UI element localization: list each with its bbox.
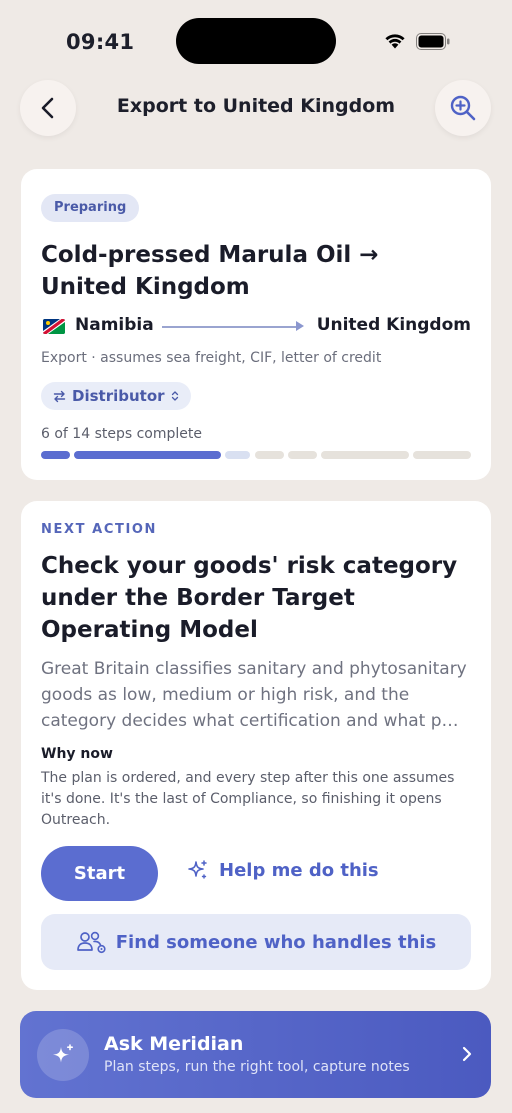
progress-bar (41, 451, 471, 459)
status-bar: 09:41 (0, 0, 512, 80)
progress-segment (41, 451, 70, 459)
route-title: Cold-pressed Marula Oil → United Kingdom (41, 242, 379, 300)
route-line: Namibia United Kingdom (41, 315, 471, 337)
why-now-text: The plan is ordered, and every step afte… (41, 770, 455, 828)
progress-segment (74, 451, 221, 459)
find-someone-button[interactable]: Find someone who handles this (41, 914, 471, 970)
help-me-label: Help me do this (219, 859, 379, 881)
status-badge: Preparing (41, 194, 140, 222)
progress-text: 6 of 14 steps complete (41, 426, 202, 442)
progress-segment (288, 451, 317, 459)
ask-title: Ask Meridian (104, 1033, 244, 1055)
zoom-button[interactable] (435, 80, 491, 136)
progress-segment (225, 451, 250, 459)
start-button[interactable]: Start (41, 846, 158, 901)
progress-segment (255, 451, 284, 459)
find-someone-label: Find someone who handles this (115, 931, 437, 953)
chevron-up-down-icon (171, 391, 178, 401)
namibia-flag-icon (43, 319, 65, 334)
ask-meridian-bar[interactable]: Ask Meridian Plan steps, run the right t… (20, 1011, 491, 1098)
ask-subtitle: Plan steps, run the right tool, capture … (104, 1059, 410, 1075)
page-title: Export to United Kingdom (116, 95, 396, 117)
route-assumptions: Export · assumes sea freight, CIF, lette… (41, 350, 382, 366)
chevron-left-icon (41, 97, 54, 119)
dynamic-island (176, 18, 336, 64)
battery-icon (416, 33, 450, 50)
channel-label: Distributor (72, 387, 165, 405)
origin-country: Namibia (75, 315, 154, 335)
why-now-label: Why now (41, 746, 113, 762)
swap-icon (53, 390, 66, 402)
route-card: Preparing Cold-pressed Marula Oil → Unit… (21, 169, 491, 480)
ask-icon-circle (37, 1029, 89, 1081)
sparkle-icon (53, 1044, 73, 1063)
chevron-right-icon (462, 1046, 472, 1062)
help-me-button[interactable]: Help me do this (187, 859, 379, 881)
next-action-eyebrow: NEXT ACTION (41, 522, 158, 537)
destination-country: United Kingdom (316, 315, 471, 335)
sparkle-icon (188, 860, 207, 879)
zoom-in-icon (450, 95, 476, 121)
progress-segment (321, 451, 409, 459)
channel-selector[interactable]: Distributor (41, 382, 191, 410)
next-action-description: Great Britain classifies sanitary and ph… (41, 659, 467, 731)
progress-segment (413, 451, 471, 459)
back-button[interactable] (20, 80, 76, 136)
status-time: 09:41 (66, 30, 135, 54)
next-action-card: NEXT ACTION Check your goods' risk categ… (21, 501, 491, 990)
route-arrow-head (296, 321, 304, 331)
wifi-icon (385, 34, 405, 49)
route-arrow (162, 326, 296, 328)
people-gear-icon (76, 931, 106, 954)
next-action-title: Check your goods' risk category under th… (41, 553, 458, 643)
